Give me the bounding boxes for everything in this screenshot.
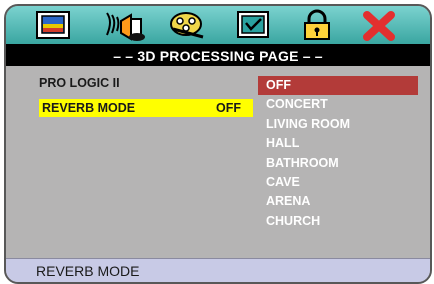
reverb-options-list: OFF CONCERT LIVING ROOM HALL BATHROOM CA… [258, 76, 418, 231]
option-cave[interactable]: CAVE [258, 173, 418, 192]
close-x-icon[interactable] [361, 9, 397, 41]
main-panel: PRO LOGIC II REVERB MODE OFF OFF CONCERT… [6, 66, 430, 258]
speaker-3d-icon[interactable] [101, 9, 147, 41]
status-bar: REVERB MODE [6, 258, 430, 282]
option-hall[interactable]: HALL [258, 134, 418, 153]
option-concert[interactable]: CONCERT [258, 95, 418, 114]
reverb-mode-label: REVERB MODE [42, 101, 136, 115]
pro-logic-ii-item[interactable]: PRO LOGIC II [39, 76, 120, 90]
option-bathroom[interactable]: BATHROOM [258, 154, 418, 173]
preference-check-icon[interactable] [236, 9, 272, 41]
lock-icon[interactable] [299, 9, 335, 41]
option-living-room[interactable]: LIVING ROOM [258, 115, 418, 134]
option-arena[interactable]: ARENA [258, 192, 418, 211]
status-text: REVERB MODE [36, 263, 140, 279]
option-church[interactable]: CHURCH [258, 212, 418, 231]
osd-frame: – – 3D PROCESSING PAGE – – PRO LOGIC II … [4, 4, 432, 284]
reverb-mode-row[interactable]: REVERB MODE OFF [39, 99, 253, 117]
general-setup-icon[interactable] [35, 9, 73, 41]
page-title: – – 3D PROCESSING PAGE – – [113, 48, 323, 64]
top-icon-bar [6, 6, 430, 44]
reverb-mode-value: OFF [216, 101, 241, 115]
option-off[interactable]: OFF [258, 76, 418, 96]
video-reel-icon[interactable] [168, 9, 208, 41]
title-bar: – – 3D PROCESSING PAGE – – [6, 44, 430, 66]
